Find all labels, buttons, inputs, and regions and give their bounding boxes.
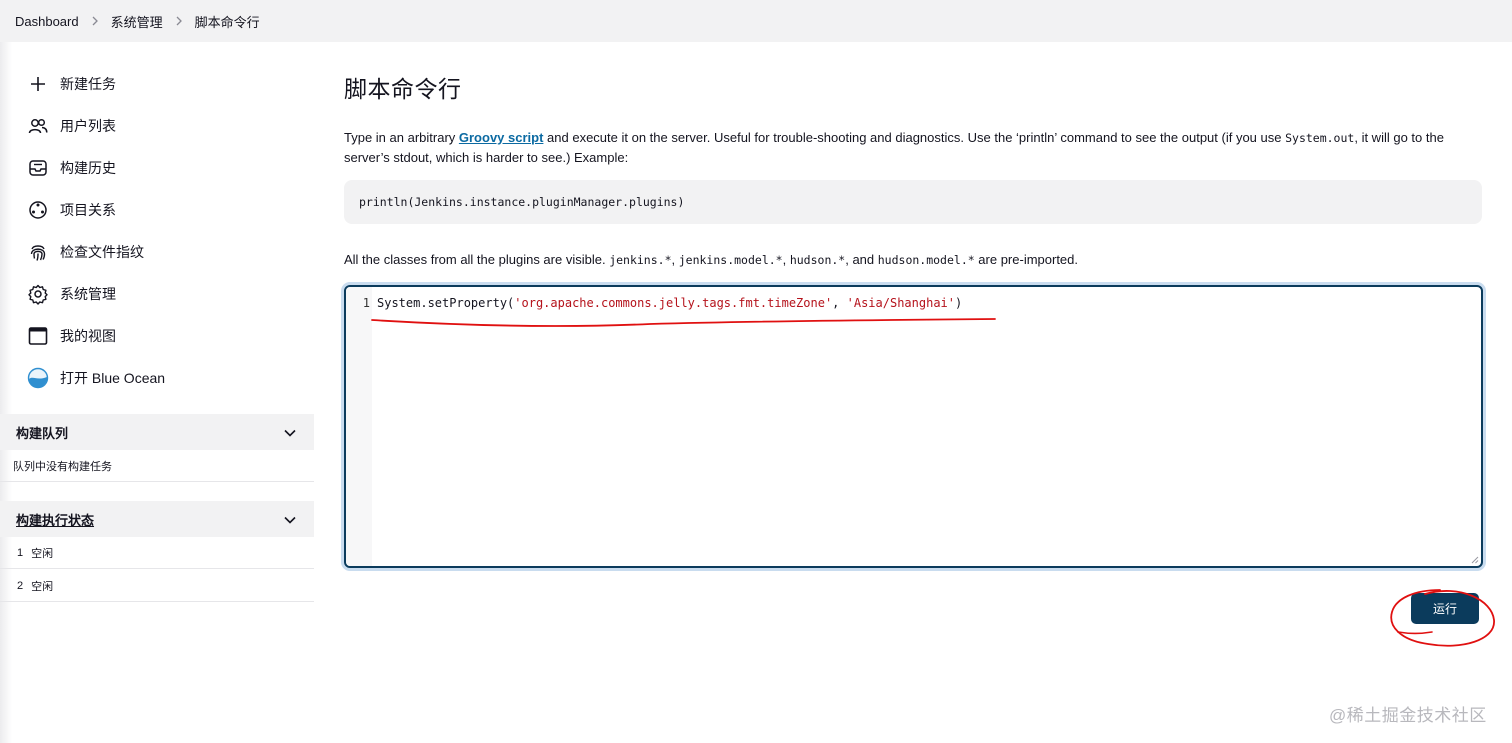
executors-header[interactable]: 构建执行状态 xyxy=(0,501,314,537)
build-queue-empty: 队列中没有构建任务 xyxy=(0,450,314,482)
breadcrumb-manage[interactable]: 系统管理 xyxy=(111,12,163,31)
breadcrumb-dashboard[interactable]: Dashboard xyxy=(15,14,79,29)
blue-ocean-icon xyxy=(27,367,49,389)
relationship-icon xyxy=(27,199,49,221)
sidebar-item-blue-ocean[interactable]: 打开 Blue Ocean xyxy=(27,366,165,390)
sidebar-item-label: 我的视图 xyxy=(60,328,116,344)
breadcrumb-script-console[interactable]: 脚本命令行 xyxy=(195,12,260,31)
sidebar-item-label: 打开 Blue Ocean xyxy=(60,370,166,386)
script-code[interactable]: System.setProperty('org.apache.commons.j… xyxy=(377,296,962,310)
inbox-icon xyxy=(27,157,49,179)
script-console-description: Type in an arbitrary Groovy script and e… xyxy=(344,128,1469,168)
code-token: ) xyxy=(955,296,963,310)
note-text: , xyxy=(671,252,679,267)
run-button[interactable]: 运行 xyxy=(1411,593,1479,624)
sidebar-item-project-relationship[interactable]: 项目关系 xyxy=(27,198,116,222)
executor-row: 2 空闲 xyxy=(0,570,314,602)
sidebar-item-label: 系统管理 xyxy=(60,286,116,302)
pre-imported-note: All the classes from all the plugins are… xyxy=(344,252,1078,267)
sidebar-item-new-job[interactable]: 新建任务 xyxy=(27,72,116,96)
build-queue-header[interactable]: 构建队列 xyxy=(0,414,314,450)
code-string: 'org.apache.commons.jelly.tags.fmt.timeZ… xyxy=(514,296,833,310)
package-code: jenkins.* xyxy=(609,253,672,267)
code-token: System.setProperty( xyxy=(377,296,515,310)
people-icon xyxy=(27,115,49,137)
sidebar-item-label: 构建历史 xyxy=(60,160,116,176)
description-text: and execute it on the server. Useful for… xyxy=(543,130,1286,145)
chevron-down-icon[interactable] xyxy=(284,512,296,527)
gear-icon xyxy=(27,283,49,305)
sidebar-item-people[interactable]: 用户列表 xyxy=(27,114,116,138)
note-text: , xyxy=(782,252,790,267)
description-text: Type in an arbitrary xyxy=(344,130,459,145)
fingerprint-icon xyxy=(27,241,49,263)
watermark: @稀土掘金技术社区 xyxy=(1329,706,1487,725)
build-queue-empty-text: 队列中没有构建任务 xyxy=(13,460,112,473)
page-title: 脚本命令行 xyxy=(344,76,462,102)
side-panel-fade xyxy=(0,42,12,743)
package-code: hudson.* xyxy=(789,253,846,267)
executor-status: 空闲 xyxy=(31,580,54,593)
note-text: are pre-imported. xyxy=(974,252,1079,267)
note-text: All the classes from all the plugins are… xyxy=(344,252,610,267)
resize-grip-icon[interactable] xyxy=(1471,556,1479,564)
window-icon xyxy=(27,325,49,347)
code-token: , xyxy=(832,296,847,310)
sidebar-item-build-history[interactable]: 构建历史 xyxy=(27,156,116,180)
sidebar-item-label: 用户列表 xyxy=(60,118,116,134)
groovy-script-link[interactable]: Groovy script xyxy=(459,130,544,145)
build-queue-title: 构建队列 xyxy=(16,425,69,441)
package-code: jenkins.model.* xyxy=(678,253,783,267)
chevron-down-icon[interactable] xyxy=(284,425,296,440)
sidebar-item-label: 新建任务 xyxy=(60,76,116,92)
executor-number: 2 xyxy=(17,579,24,592)
breadcrumb: Dashboard 系统管理 脚本命令行 xyxy=(0,0,1512,42)
system-out-code: System.out xyxy=(1285,131,1355,145)
editor-gutter xyxy=(346,287,372,566)
executor-number: 1 xyxy=(17,546,24,559)
package-code: hudson.model.* xyxy=(877,253,975,267)
executor-status: 空闲 xyxy=(31,547,54,560)
line-number: 1 xyxy=(362,296,370,310)
sidebar-item-my-views[interactable]: 我的视图 xyxy=(27,324,116,348)
sidebar-item-label: 项目关系 xyxy=(60,202,116,218)
chevron-right-icon xyxy=(79,0,111,42)
executor-row: 1 空闲 xyxy=(0,537,314,569)
code-string: 'Asia/Shanghai' xyxy=(846,296,955,310)
script-editor[interactable]: 1 System.setProperty('org.apache.commons… xyxy=(344,285,1483,568)
annotation-tail xyxy=(1397,631,1433,635)
plus-icon xyxy=(27,73,49,95)
sidebar-item-label: 检查文件指纹 xyxy=(60,244,144,260)
example-code-block: println(Jenkins.instance.pluginManager.p… xyxy=(344,180,1482,224)
example-code: println(Jenkins.instance.pluginManager.p… xyxy=(359,195,685,209)
sidebar-item-fingerprint[interactable]: 检查文件指纹 xyxy=(27,240,144,264)
chevron-right-icon xyxy=(163,0,195,42)
executors-title[interactable]: 构建执行状态 xyxy=(16,510,94,529)
note-text: , and xyxy=(845,252,878,267)
sidebar-item-manage-jenkins[interactable]: 系统管理 xyxy=(27,282,116,306)
